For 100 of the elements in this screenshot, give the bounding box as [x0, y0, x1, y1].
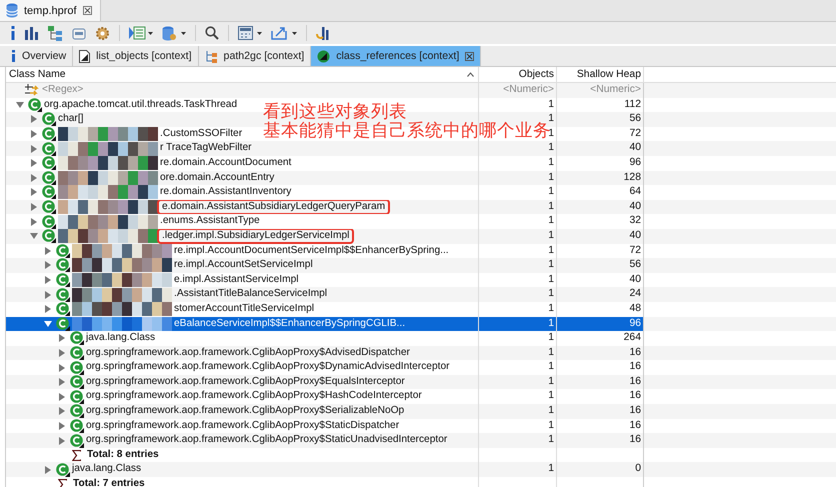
- gear-icon[interactable]: [95, 26, 110, 40]
- class-name: re.impl.AccountSetServiceImpl: [174, 259, 313, 270]
- total-label: Total: 7 entries: [73, 477, 145, 487]
- table-cell: 1: [479, 258, 557, 273]
- class-name: org.springframework.aop.framework.CglibAopProxy$StaticDispatcher: [86, 420, 400, 431]
- table-cell: 16: [557, 433, 644, 448]
- bar-chart-icon[interactable]: [25, 26, 39, 40]
- table-cell: 40: [557, 200, 644, 214]
- total-label: Total: 8 entries: [87, 448, 159, 462]
- disclosure-triangle-icon[interactable]: [58, 364, 66, 372]
- disclosure-triangle-icon[interactable]: [16, 100, 24, 109]
- column-header[interactable]: Class Name: [9, 67, 66, 82]
- info-icon[interactable]: [10, 26, 16, 40]
- disclosure-triangle-icon[interactable]: [44, 320, 52, 328]
- list-dropdown-icon[interactable]: [129, 26, 153, 40]
- table-cell: 1: [479, 433, 557, 448]
- class-name: java.lang.Class: [86, 332, 156, 344]
- search-icon[interactable]: [205, 26, 219, 40]
- class-name: e.domain.AssistantSubsidiaryLedgerQueryParam: [162, 201, 386, 212]
- sigma-icon: [72, 450, 81, 461]
- export-dropdown-icon[interactable]: [271, 26, 297, 40]
- disclosure-triangle-icon[interactable]: [30, 115, 38, 124]
- info-icon: [11, 50, 16, 62]
- disclosure-triangle-icon[interactable]: [44, 246, 52, 255]
- table-cell: 56: [557, 258, 644, 273]
- table-cell: 0: [557, 462, 644, 478]
- disclosure-triangle-icon[interactable]: [30, 188, 38, 196]
- disclosure-triangle-icon[interactable]: [44, 290, 52, 299]
- disclosure-triangle-icon[interactable]: [58, 422, 66, 430]
- class-name: org.springframework.aop.framework.CglibAopProxy$SerializableNoOp: [86, 405, 404, 416]
- disclosure-triangle-icon[interactable]: [58, 392, 66, 401]
- class-name: org.apache.tomcat.util.threads.TaskThread: [44, 98, 238, 110]
- class-name: .CustomSSOFilter: [160, 128, 242, 139]
- class-name: char[]: [58, 113, 84, 124]
- circle-icon: [317, 50, 330, 62]
- disclosure-triangle-icon[interactable]: [30, 203, 38, 212]
- class-name: stomerAccountTitleServiceImpl: [174, 302, 314, 314]
- class-name: re.domain.AssistantInventory: [160, 186, 292, 198]
- table-cell: 24: [557, 287, 644, 302]
- table-cell: 1: [479, 374, 557, 390]
- table-cell: 40: [557, 141, 644, 156]
- class-name: org.springframework.aop.framework.CglibAopProxy$EqualsInterceptor: [86, 376, 405, 387]
- disclosure-triangle-icon[interactable]: [44, 276, 52, 284]
- table-cell: 1: [479, 404, 557, 419]
- sort-caret-icon[interactable]: [467, 72, 474, 77]
- disclosure-triangle-icon[interactable]: [30, 130, 38, 138]
- document-icon[interactable]: [72, 26, 86, 40]
- table-cell: 16: [557, 404, 644, 419]
- editor-tab[interactable]: temp.hprof: [0, 0, 101, 21]
- table-cell: 1: [479, 316, 557, 332]
- document-icon: [79, 50, 90, 62]
- class-icon: [56, 316, 70, 331]
- table-cell: 1: [479, 141, 557, 156]
- disclosure-triangle-icon[interactable]: [58, 436, 66, 445]
- annotation-text: 看到这些对象列表: [263, 103, 408, 122]
- table-cell: 1: [479, 200, 557, 214]
- disclosure-triangle-icon[interactable]: [30, 144, 38, 153]
- tab[interactable]: path2gc [context]: [198, 46, 312, 66]
- class-name: ore.domain.AccountEntry: [160, 172, 274, 183]
- disclosure-triangle-icon[interactable]: [30, 218, 38, 226]
- class-name: re.domain.AccountDocument: [160, 156, 292, 168]
- class-name: .AssistantTitleBalanceServiceImpl: [174, 288, 328, 300]
- column-header[interactable]: Shallow Heap: [557, 67, 644, 82]
- close-icon[interactable]: [82, 6, 92, 15]
- table-cell: 96: [557, 316, 644, 332]
- disclosure-triangle-icon[interactable]: [58, 378, 66, 386]
- class-name: .enums.AssistantType: [160, 215, 260, 226]
- table-cell: 1: [479, 462, 557, 478]
- database-dropdown-icon[interactable]: [162, 26, 186, 40]
- class-name: .ledger.impl.SubsidiaryLedgerServiceImpl: [162, 230, 350, 242]
- disclosure-triangle-icon[interactable]: [58, 348, 66, 357]
- table-cell: 1: [479, 287, 557, 302]
- class-name: org.springframework.aop.framework.CglibAopProxy$StaticUnadvisedInterceptor: [86, 434, 448, 446]
- disclosure-triangle-icon[interactable]: [44, 466, 52, 474]
- regex-filter-icon: [24, 84, 40, 97]
- class-name: r TraceTagWebFilter: [160, 142, 252, 154]
- sigma-icon: [58, 478, 67, 487]
- table-cell: 40: [557, 228, 644, 244]
- class-name: java.lang.Class: [72, 463, 142, 474]
- disclosure-triangle-icon[interactable]: [58, 407, 66, 416]
- disclosure-triangle-icon[interactable]: [30, 232, 38, 240]
- chart-arrow-icon[interactable]: [316, 26, 330, 40]
- hierarchy-icon[interactable]: [48, 26, 63, 40]
- disclosure-triangle-icon[interactable]: [30, 174, 38, 182]
- table-cell: 1: [479, 228, 557, 244]
- close-icon[interactable]: [465, 52, 474, 60]
- class-name: org.springframework.aop.framework.CglibAopProxy$DynamicAdvisedInterceptor: [86, 361, 450, 372]
- class-name: re.impl.AccountDocumentServiceImpl$$EnhancerBySpring...: [174, 244, 449, 256]
- disclosure-triangle-icon[interactable]: [44, 305, 52, 314]
- table-cell: 128: [557, 170, 644, 186]
- tab[interactable]: class_references [context]: [311, 46, 482, 66]
- disclosure-triangle-icon[interactable]: [44, 261, 52, 270]
- disclosure-triangle-icon[interactable]: [30, 159, 38, 168]
- table-cell: 1: [479, 170, 557, 186]
- column-header[interactable]: Objects: [479, 67, 557, 82]
- disclosure-triangle-icon[interactable]: [58, 334, 66, 342]
- tree-icon: [204, 50, 218, 62]
- calculator-dropdown-icon[interactable]: [238, 26, 262, 40]
- class-name: eBalanceServiceImpl$$EnhancerBySpringCGLIB...: [174, 318, 406, 328]
- database-icon: [6, 3, 18, 18]
